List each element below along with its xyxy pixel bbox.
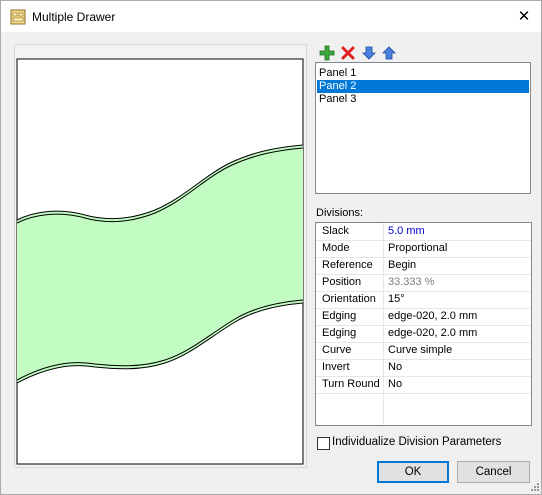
list-item[interactable]: Panel 3 <box>317 93 529 106</box>
property-name: Edging <box>322 310 357 322</box>
property-row-orientation[interactable]: Orientation 15° <box>316 291 531 309</box>
drawer-preview <box>14 44 307 468</box>
property-name: Invert <box>322 361 350 373</box>
property-value[interactable]: 15° <box>388 291 405 308</box>
property-value[interactable]: edge-020, 2.0 mm <box>388 308 477 325</box>
property-name: Edging <box>322 327 357 339</box>
arrow-up-icon[interactable] <box>381 45 397 61</box>
property-value: 33.333 % <box>388 276 435 288</box>
property-value[interactable]: 5.0 mm <box>388 223 425 240</box>
list-item[interactable]: Panel 1 <box>317 67 529 80</box>
property-value[interactable]: Proportional <box>388 240 447 257</box>
cancel-button[interactable]: Cancel <box>457 461 530 483</box>
multiple-drawer-dialog: Multiple Drawer ✕ Panel 1 Panel 2 Panel … <box>0 0 542 495</box>
property-name: Orientation <box>322 293 376 305</box>
window-title: Multiple Drawer <box>32 10 116 24</box>
arrow-down-icon[interactable] <box>361 45 377 61</box>
property-value[interactable]: Begin <box>388 257 416 274</box>
property-name: Curve <box>322 344 352 356</box>
resize-grip-icon[interactable] <box>531 483 539 491</box>
property-value[interactable]: No <box>388 359 402 376</box>
property-value[interactable]: No <box>388 376 402 393</box>
title-bar: Multiple Drawer ✕ <box>1 1 541 32</box>
individualize-checkbox-label[interactable]: Individualize Division Parameters <box>332 436 501 448</box>
list-item-selected[interactable]: Panel 2 <box>317 80 529 93</box>
property-value[interactable]: Curve simple <box>388 342 452 359</box>
panel-list[interactable]: Panel 1 Panel 2 Panel 3 <box>315 62 531 194</box>
property-name: Reference <box>322 259 373 271</box>
close-icon: ✕ <box>517 8 531 25</box>
individualize-checkbox[interactable] <box>317 437 330 450</box>
property-value[interactable]: edge-020, 2.0 mm <box>388 325 477 342</box>
property-row-mode[interactable]: Mode Proportional <box>316 240 531 258</box>
division-properties-grid: Slack 5.0 mm Mode Proportional Reference… <box>315 222 532 426</box>
property-name: Slack <box>322 225 349 237</box>
plus-icon[interactable] <box>319 45 335 61</box>
property-name: Position <box>322 276 362 288</box>
divisions-label: Divisions: <box>316 207 364 219</box>
close-button[interactable]: ✕ <box>509 4 539 29</box>
property-row-edging[interactable]: Edging edge-020, 2.0 mm <box>316 308 531 326</box>
property-name: Mode <box>322 242 350 254</box>
drawer-app-icon <box>10 9 26 25</box>
property-row-slack[interactable]: Slack 5.0 mm <box>316 223 531 241</box>
property-row-position[interactable]: Position 33.333 % <box>316 274 531 292</box>
property-row-curve[interactable]: Curve Curve simple <box>316 342 531 360</box>
property-name: Turn Round <box>322 378 380 390</box>
ok-button[interactable]: OK <box>377 461 449 483</box>
property-row-invert[interactable]: Invert No <box>316 359 531 377</box>
property-row-reference[interactable]: Reference Begin <box>316 257 531 275</box>
delete-x-icon[interactable] <box>340 45 356 61</box>
drawer-preview-canvas <box>16 58 304 465</box>
property-row-edging[interactable]: Edging edge-020, 2.0 mm <box>316 325 531 343</box>
property-row-turn-round[interactable]: Turn Round No <box>316 376 531 394</box>
